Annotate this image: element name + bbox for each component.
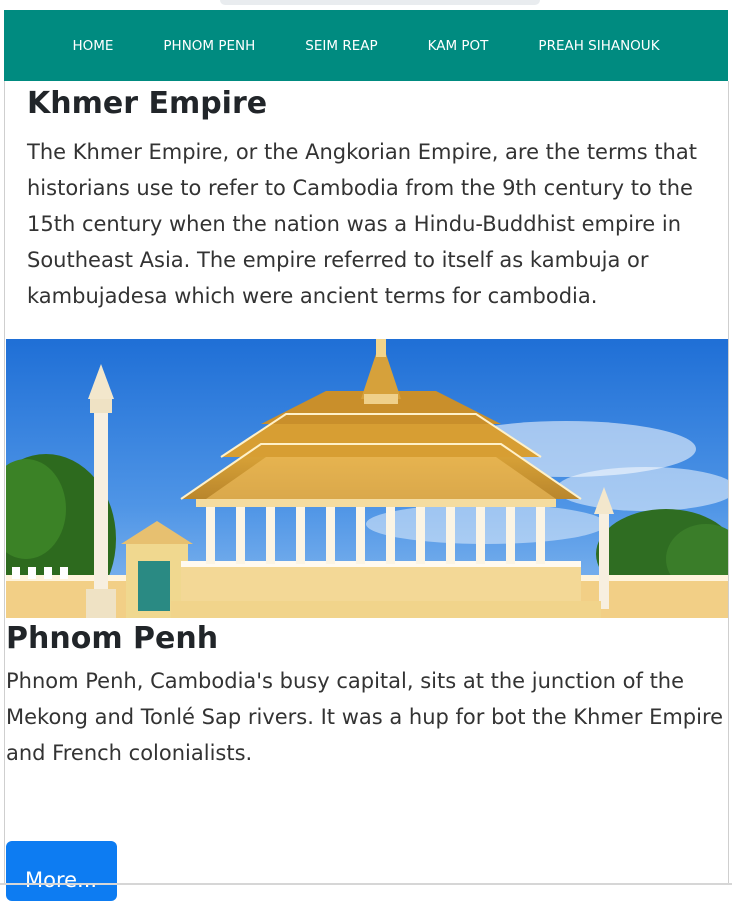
intro-section: Khmer Empire The Khmer Empire, or the An… xyxy=(27,84,717,314)
nav-preah-sihanouk[interactable]: PREAH SIHANOUK xyxy=(513,38,684,54)
more-button[interactable]: More... xyxy=(6,841,117,901)
nav-home[interactable]: HOME xyxy=(47,38,138,54)
top-navbar: HOME PHNOM PENH SEIM REAP KAM POT PREAH … xyxy=(4,10,728,81)
nav-kam-pot[interactable]: KAM POT xyxy=(403,38,514,54)
section-title: Phnom Penh xyxy=(6,621,219,656)
intro-title: Khmer Empire xyxy=(27,86,268,121)
temple-photo xyxy=(6,339,728,618)
browser-top-bar xyxy=(220,0,540,5)
section-body: Phnom Penh, Cambodia's busy capital, sit… xyxy=(6,669,724,765)
nav-phnom-penh[interactable]: PHNOM PENH xyxy=(138,38,280,54)
left-border xyxy=(4,81,5,885)
temple-illustration xyxy=(6,339,728,618)
nav-seim-reap[interactable]: SEIM REAP xyxy=(280,38,402,54)
phnom-penh-section: Phnom Penh Phnom Penh, Cambodia's busy c… xyxy=(6,619,728,771)
intro-body: The Khmer Empire, or the Angkorian Empir… xyxy=(27,140,697,308)
right-border xyxy=(728,81,729,885)
